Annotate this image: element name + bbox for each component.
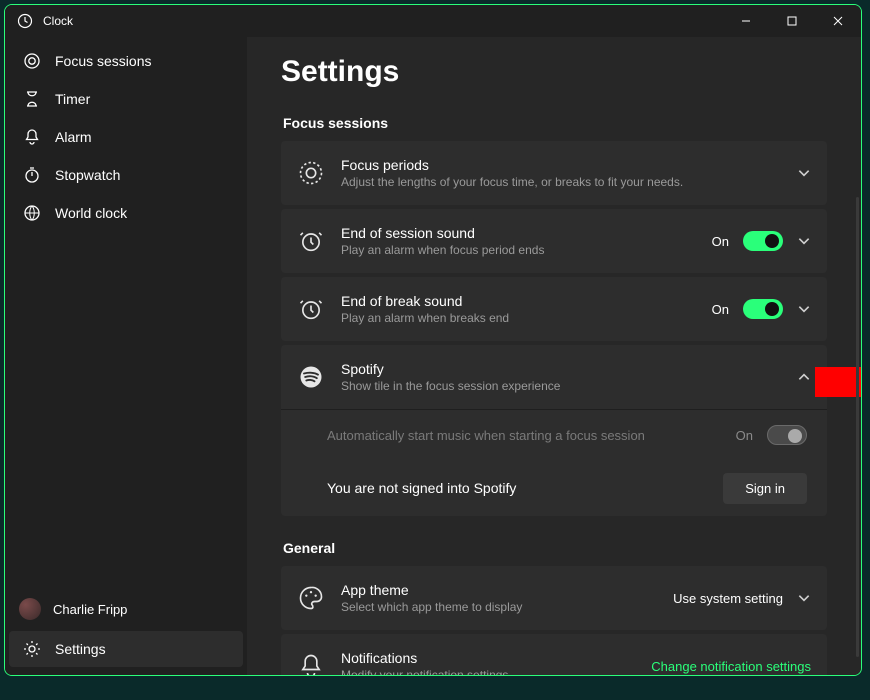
titlebar: Clock [5, 5, 861, 37]
bell-icon [297, 652, 325, 675]
sidebar-item-stopwatch[interactable]: Stopwatch [9, 157, 243, 193]
row-spotify-header[interactable]: Spotify Show tile in the focus session e… [281, 345, 827, 409]
sidebar-item-label: Settings [55, 641, 106, 657]
row-end-session-sound[interactable]: End of session sound Play an alarm when … [281, 209, 827, 273]
sidebar-item-timer[interactable]: Timer [9, 81, 243, 117]
avatar [19, 598, 41, 620]
user-name: Charlie Fripp [53, 602, 127, 617]
toggle-spotify-autostart[interactable] [767, 425, 807, 445]
clock-app-icon [17, 13, 33, 29]
app-title: Clock [43, 14, 73, 28]
row-title: Notifications [341, 650, 651, 666]
spotify-autostart-label: Automatically start music when starting … [327, 428, 736, 443]
toggle-end-break[interactable] [743, 299, 783, 319]
close-button[interactable] [815, 5, 861, 37]
minimize-button[interactable] [723, 5, 769, 37]
row-title: App theme [341, 582, 673, 598]
main-content: Settings Focus sessions Focus periods Ad… [247, 37, 861, 675]
row-subtitle: Adjust the lengths of your focus time, o… [341, 175, 797, 189]
gear-icon [23, 640, 41, 658]
row-title: Focus periods [341, 157, 797, 173]
page-title: Settings [281, 55, 827, 89]
window-controls [723, 5, 861, 37]
target-dashed-icon [297, 159, 325, 187]
toggle-end-session[interactable] [743, 231, 783, 251]
spotify-signin-button[interactable]: Sign in [723, 473, 807, 504]
palette-icon [297, 584, 325, 612]
sidebar-item-world-clock[interactable]: World clock [9, 195, 243, 231]
sidebar-item-label: Focus sessions [55, 53, 151, 69]
row-subtitle: Play an alarm when breaks end [341, 311, 712, 325]
chevron-up-icon [797, 370, 811, 384]
row-app-theme[interactable]: App theme Select which app theme to disp… [281, 566, 827, 630]
hourglass-icon [23, 90, 41, 108]
chevron-down-icon [797, 302, 811, 316]
sidebar-item-label: Alarm [55, 129, 92, 145]
alarm-clock-icon [297, 227, 325, 255]
theme-value: Use system setting [673, 591, 783, 606]
row-subtitle: Play an alarm when focus period ends [341, 243, 712, 257]
sidebar-item-settings[interactable]: Settings [9, 631, 243, 667]
section-header-general: General [283, 540, 827, 556]
section-header-focus: Focus sessions [283, 115, 827, 131]
spotify-expanded-panel: Automatically start music when starting … [281, 409, 827, 516]
chevron-down-icon [797, 166, 811, 180]
row-subtitle: Select which app theme to display [341, 600, 673, 614]
chevron-down-icon [797, 234, 811, 248]
row-subtitle: Modify your notification settings [341, 668, 651, 675]
globe-icon [23, 204, 41, 222]
toggle-state-label: On [712, 302, 729, 317]
sidebar-item-label: World clock [55, 205, 127, 221]
sidebar-item-label: Timer [55, 91, 90, 107]
bell-icon [23, 128, 41, 146]
user-row[interactable]: Charlie Fripp [5, 589, 247, 629]
target-icon [23, 52, 41, 70]
row-spotify: Spotify Show tile in the focus session e… [281, 345, 827, 516]
spotify-icon [297, 363, 325, 391]
toggle-state-label: On [712, 234, 729, 249]
row-focus-periods[interactable]: Focus periods Adjust the lengths of your… [281, 141, 827, 205]
sidebar-item-alarm[interactable]: Alarm [9, 119, 243, 155]
spotify-signin-status: You are not signed into Spotify [327, 480, 723, 496]
row-title: End of session sound [341, 225, 712, 241]
app-window: Clock Focus sessions Timer Alarm [4, 4, 862, 676]
scrollbar[interactable] [856, 197, 859, 657]
sidebar-item-focus-sessions[interactable]: Focus sessions [9, 43, 243, 79]
row-subtitle: Show tile in the focus session experienc… [341, 379, 797, 393]
row-title: End of break sound [341, 293, 712, 309]
sidebar: Focus sessions Timer Alarm Stopwatch Wor… [5, 37, 247, 675]
alarm-clock-icon [297, 295, 325, 323]
row-end-break-sound[interactable]: End of break sound Play an alarm when br… [281, 277, 827, 341]
stopwatch-icon [23, 166, 41, 184]
chevron-down-icon [797, 591, 811, 605]
toggle-state-label: On [736, 428, 753, 443]
maximize-button[interactable] [769, 5, 815, 37]
sidebar-item-label: Stopwatch [55, 167, 120, 183]
row-notifications[interactable]: Notifications Modify your notification s… [281, 634, 827, 675]
notifications-link[interactable]: Change notification settings [651, 659, 811, 674]
row-title: Spotify [341, 361, 797, 377]
